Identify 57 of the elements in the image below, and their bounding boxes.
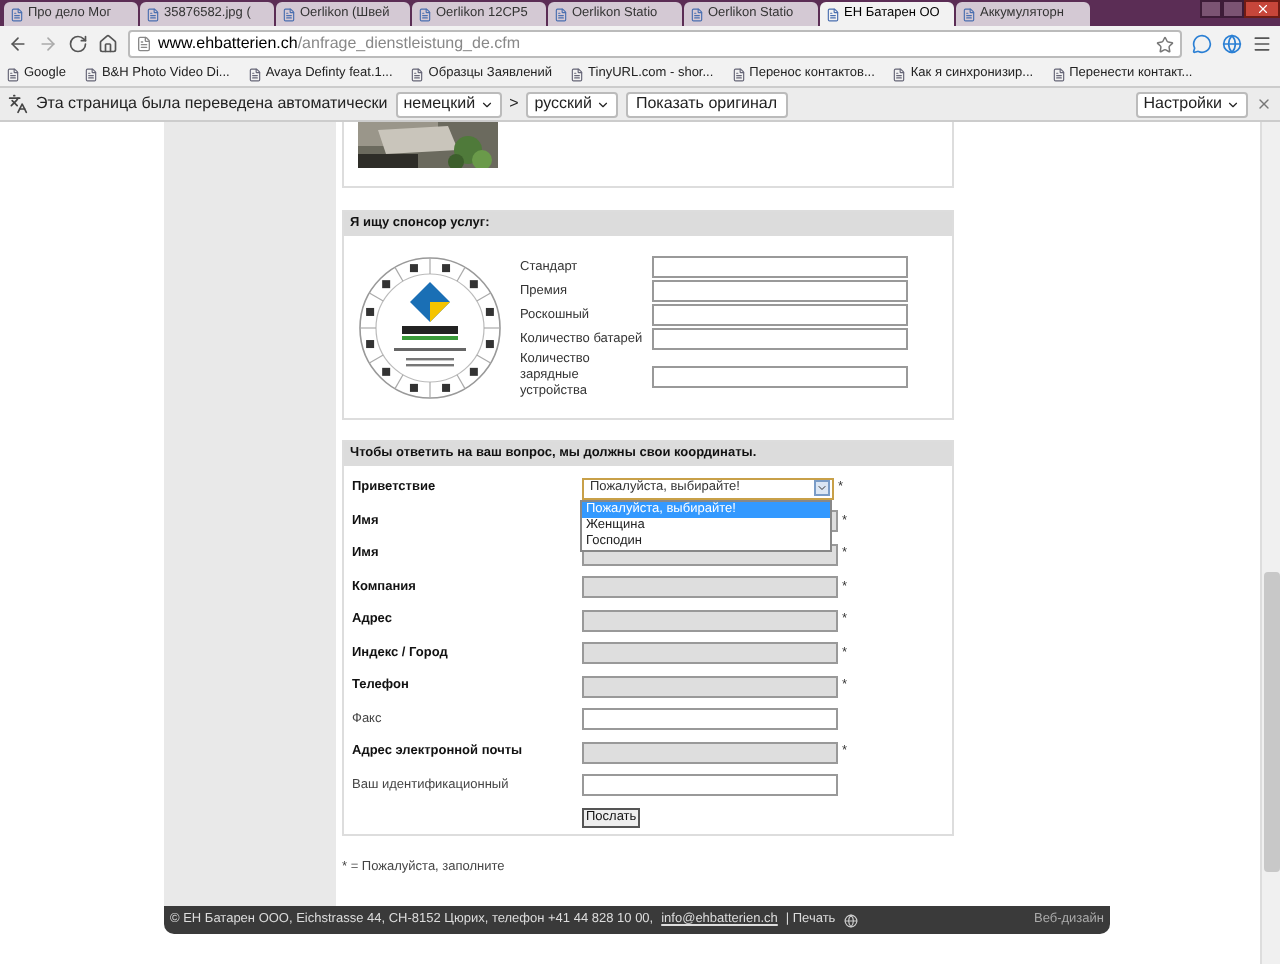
address-field[interactable]: www.ehbatterien.ch/anfrage_dienstleistung_de.cfm <box>128 30 1182 58</box>
input-field[interactable] <box>582 609 838 632</box>
page-icon <box>136 36 152 52</box>
page-icon <box>690 7 704 21</box>
page-icon <box>282 7 296 21</box>
target-language-select[interactable]: русский <box>526 91 618 117</box>
settings-select[interactable]: Настройки <box>1135 91 1248 117</box>
page-icon <box>10 7 24 21</box>
menu-icon[interactable] <box>1252 34 1272 54</box>
translate-message: Эта страница была переведена автоматически <box>36 92 388 116</box>
minimize-button[interactable] <box>1200 0 1222 18</box>
chat-icon[interactable] <box>1192 34 1212 54</box>
page-icon <box>554 7 568 21</box>
translate-icon <box>8 94 28 114</box>
separator-text: > <box>509 92 519 116</box>
scrollbar[interactable] <box>1260 122 1280 964</box>
close-icon[interactable] <box>1256 96 1272 112</box>
page-icon <box>418 7 432 21</box>
caret-icon <box>479 97 494 111</box>
home-icon[interactable] <box>98 34 118 54</box>
close-button[interactable] <box>1244 0 1280 18</box>
page-icon <box>962 7 976 21</box>
caret-icon <box>1226 97 1240 111</box>
page-icon <box>570 67 585 81</box>
caret-icon <box>814 480 830 496</box>
input-field[interactable] <box>652 280 908 302</box>
page-icon <box>6 67 20 81</box>
page-icon <box>731 67 746 81</box>
back-icon[interactable] <box>8 34 28 54</box>
page-icon <box>83 67 98 81</box>
input-field[interactable] <box>582 576 838 599</box>
input-field[interactable] <box>652 304 908 326</box>
page-icon <box>247 67 262 81</box>
scrollbar-thumb[interactable] <box>1263 572 1279 872</box>
close-icon <box>1255 2 1269 16</box>
input-field[interactable] <box>582 774 838 797</box>
page-icon <box>826 7 840 21</box>
input-field[interactable] <box>582 708 838 731</box>
forward-icon[interactable] <box>38 34 58 54</box>
page-icon <box>146 7 160 21</box>
maximize-button[interactable] <box>1222 0 1244 18</box>
page-icon <box>892 67 907 81</box>
reload-icon[interactable] <box>68 34 88 54</box>
input-field[interactable] <box>652 256 908 278</box>
page-icon <box>410 67 425 81</box>
input-field[interactable] <box>582 642 838 665</box>
input-field[interactable] <box>582 741 838 764</box>
show-original-button[interactable]: Показать оригинал <box>625 91 787 117</box>
page-icon <box>1051 67 1066 81</box>
input-field[interactable] <box>652 328 908 350</box>
url-path: /anfrage_dienstleistung_de.cfm <box>297 32 521 56</box>
caret-icon <box>595 97 610 111</box>
url-host: www.ehbatterien.ch <box>158 32 298 56</box>
input-field[interactable] <box>652 365 908 387</box>
bookmark-star-icon[interactable] <box>1156 35 1174 53</box>
input-field[interactable] <box>582 675 838 698</box>
source-language-select[interactable]: немецкий <box>395 91 502 117</box>
